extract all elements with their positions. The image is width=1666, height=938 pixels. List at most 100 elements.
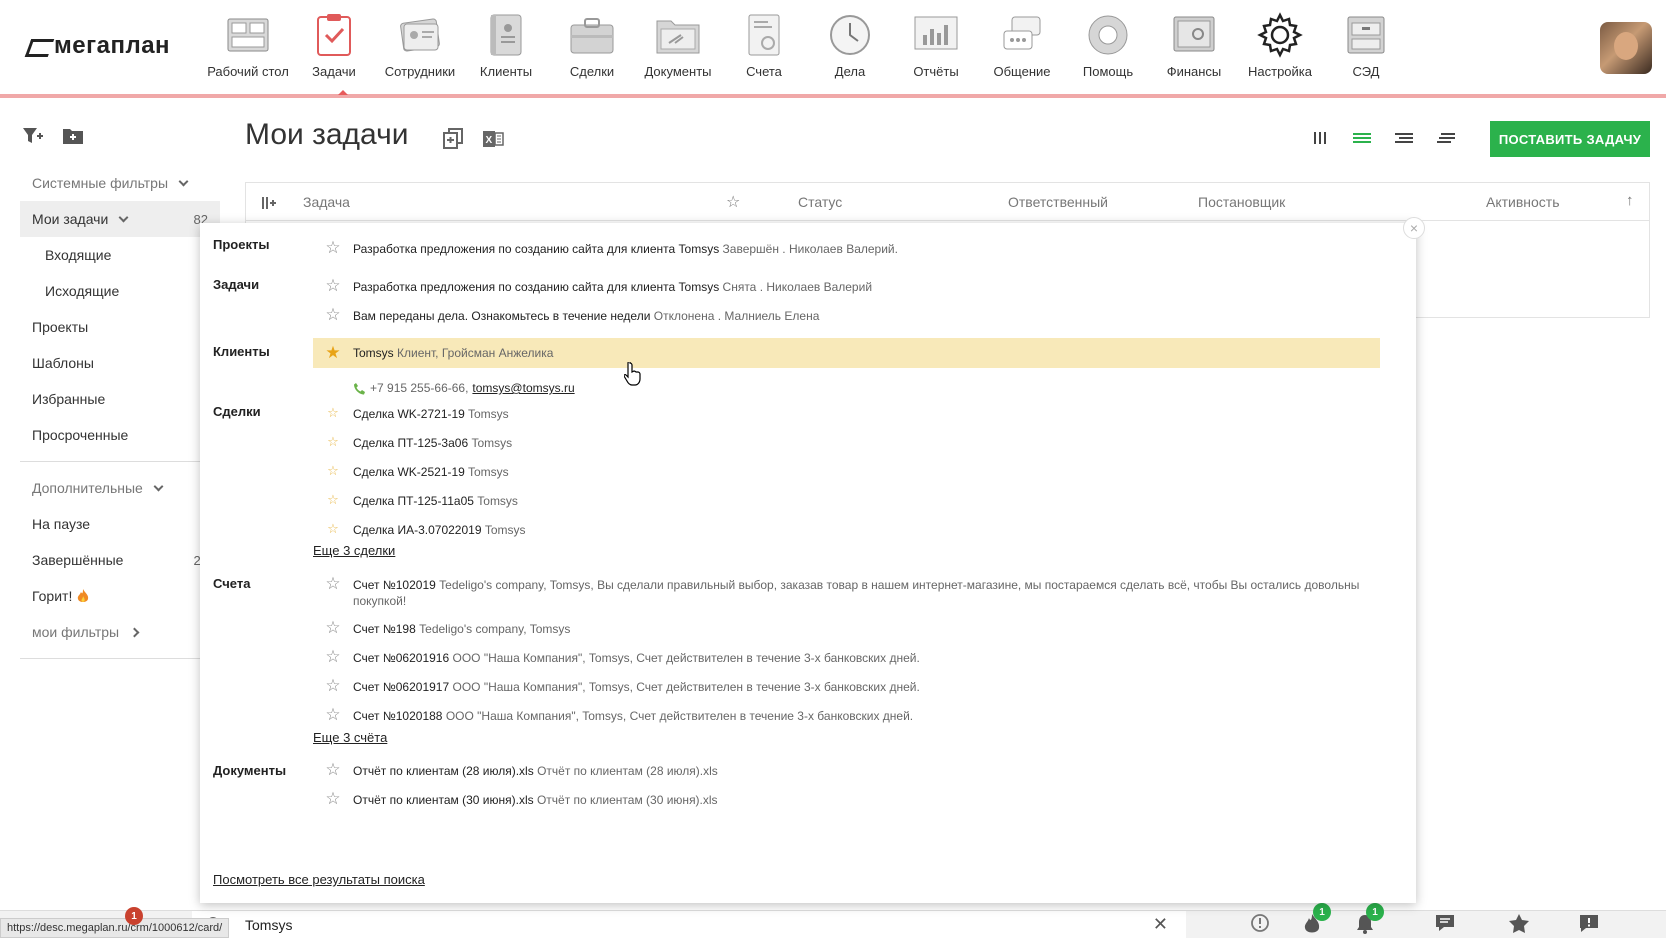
result-meta: Отчёт по клиентам (28 июля).xls: [537, 764, 718, 778]
sidebar-item-overdue[interactable]: Просроченные: [20, 417, 220, 453]
nav-employees[interactable]: Сотрудники: [377, 12, 463, 79]
megaplan-logo[interactable]: мегаплан: [28, 32, 170, 60]
folder-add-icon[interactable]: [62, 126, 84, 146]
search-result-client[interactable]: ★ Tomsys Клиент, Гройсман Анжелика: [313, 338, 1380, 368]
compact-view-icon[interactable]: [1436, 130, 1456, 146]
more-deals-link[interactable]: Еще 3 сделки: [313, 543, 395, 558]
star-icon[interactable]: ☆: [313, 239, 353, 256]
star-icon[interactable]: ☆: [313, 761, 353, 778]
search-result-document[interactable]: ☆ Отчёт по клиентам (30 июня).xls Отчёт …: [313, 790, 1380, 808]
feedback-icon[interactable]: [1578, 913, 1600, 933]
search-query[interactable]: Tomsys: [245, 917, 292, 933]
nav-help[interactable]: Помощь: [1065, 12, 1151, 79]
star-icon[interactable]: ☆: [313, 706, 353, 723]
logo-mark-icon: [28, 37, 50, 55]
more-invoices-link[interactable]: Еще 3 счёта: [313, 730, 387, 745]
star-icon[interactable]: ☆: [313, 435, 353, 449]
star-icon[interactable]: ☆: [313, 306, 353, 323]
clear-search-icon[interactable]: ✕: [1153, 914, 1168, 935]
star-icon[interactable]: ☆: [313, 522, 353, 536]
search-result-deal[interactable]: ☆ Сделка WK-2521-19 Tomsys: [313, 464, 1380, 480]
copy-icon[interactable]: [442, 128, 464, 150]
nav-documents[interactable]: Документы: [635, 12, 721, 79]
sidebar-item-burning[interactable]: Горит!: [20, 578, 220, 614]
sidebar-item-my-tasks[interactable]: Мои задачи 82: [20, 201, 220, 237]
star-icon[interactable]: ☆: [313, 619, 353, 636]
search-result-deal[interactable]: ☆ Сделка ИА-3.07022019 Tomsys: [313, 522, 1380, 538]
messages-icon[interactable]: [1434, 913, 1456, 933]
chevron-down-icon[interactable]: [118, 212, 129, 222]
phone-icon: [354, 382, 365, 394]
search-result-invoice[interactable]: ☆ Счет №102019 Tedeligo's company, Tomsy…: [313, 575, 1380, 609]
close-icon[interactable]: ×: [1403, 217, 1425, 239]
kanban-view-icon[interactable]: [1310, 130, 1330, 146]
column-star-icon[interactable]: ☆: [726, 192, 740, 212]
add-task-button[interactable]: ПОСТАВИТЬ ЗАДАЧУ: [1490, 121, 1650, 157]
nav-sed[interactable]: СЭД: [1323, 12, 1409, 79]
sidebar-item-completed[interactable]: Завершённые 26: [20, 542, 220, 578]
star-icon[interactable]: ☆: [313, 277, 353, 294]
star-icon[interactable]: ☆: [313, 575, 353, 592]
columns-settings-icon[interactable]: [261, 196, 277, 210]
sidebar-item-templates[interactable]: Шаблоны 2: [20, 345, 220, 381]
logo-text: мегаплан: [54, 32, 171, 59]
column-activity[interactable]: Активность: [1486, 194, 1560, 210]
filter-add-icon[interactable]: [22, 126, 44, 146]
star-icon[interactable]: ☆: [313, 464, 353, 478]
search-result-task[interactable]: ☆ Вам переданы дела. Ознакомьтесь в тече…: [313, 306, 1380, 324]
search-result-document[interactable]: ☆ Отчёт по клиентам (28 июля).xls Отчёт …: [313, 761, 1380, 779]
sidebar-item-my-filters[interactable]: мои фильтры: [20, 614, 220, 650]
client-email-link[interactable]: tomsys@tomsys.ru: [472, 381, 574, 395]
sidebar-item-incoming[interactable]: Входящие 1: [20, 237, 220, 273]
search-result-invoice[interactable]: ☆ Счет №198 Tedeligo's company, Tomsys: [313, 619, 1380, 637]
column-status[interactable]: Статус: [798, 194, 842, 210]
search-result-deal[interactable]: ☆ Сделка ПТ-125-11а05 Tomsys: [313, 493, 1380, 509]
sidebar-group-additional[interactable]: Дополнительные: [20, 470, 220, 506]
search-result-invoice[interactable]: ☆ Счет №06201916 ООО "Наша Компания", To…: [313, 648, 1380, 666]
sort-arrow-up-icon[interactable]: ↑: [1626, 192, 1634, 209]
user-avatar[interactable]: [1600, 22, 1652, 74]
all-search-results-link[interactable]: Посмотреть все результаты поиска: [213, 872, 425, 887]
excel-export-icon[interactable]: X: [482, 128, 504, 150]
sidebar-group-system-filters[interactable]: Системные фильтры: [20, 165, 220, 201]
search-result-deal[interactable]: ☆ Сделка ПТ-125-3а06 Tomsys: [313, 435, 1380, 451]
tree-view-icon[interactable]: [1394, 130, 1414, 146]
search-result-invoice[interactable]: ☆ Счет №06201917 ООО "Наша Компания", To…: [313, 677, 1380, 695]
nav-tasks[interactable]: Задачи: [291, 12, 377, 79]
sidebar-item-paused[interactable]: На паузе 1: [20, 506, 220, 542]
global-search-field[interactable]: Tomsys ✕: [192, 910, 1186, 938]
search-result-task[interactable]: ☆ Разработка предложения по созданию сай…: [313, 277, 1380, 295]
nav-reports[interactable]: Отчёты: [893, 12, 979, 79]
result-meta: Tomsys: [467, 465, 509, 479]
result-title: Сделка ПТ-125-3а06: [353, 436, 469, 450]
star-icon[interactable]: ☆: [313, 790, 353, 807]
nav-desktop[interactable]: Рабочий стол: [205, 12, 291, 79]
nav-settings[interactable]: Настройка: [1237, 12, 1323, 79]
search-result-invoice[interactable]: ☆ Счет №1020188 ООО "Наша Компания", Tom…: [313, 706, 1380, 724]
column-setter[interactable]: Постановщик: [1198, 194, 1285, 210]
sidebar-item-outgoing[interactable]: Исходящие 8: [20, 273, 220, 309]
nav-finance[interactable]: Финансы: [1151, 12, 1237, 79]
sidebar-item-projects[interactable]: Проекты 1: [20, 309, 220, 345]
table-header: Задача ☆ Статус Ответственный Постановщи…: [246, 183, 1649, 221]
section-title-tasks: Задачи: [213, 277, 260, 292]
nav-deals[interactable]: Сделки: [549, 12, 635, 79]
star-icon[interactable]: ☆: [313, 677, 353, 694]
nav-invoices[interactable]: Счета: [721, 12, 807, 79]
search-result-project[interactable]: ☆ Разработка предложения по созданию сай…: [313, 239, 1380, 257]
star-filled-icon[interactable]: ★: [313, 344, 353, 361]
nav-clients[interactable]: Клиенты: [463, 12, 549, 79]
result-meta: Завершён . Николаев Валерий.: [722, 242, 898, 256]
favorites-star-icon[interactable]: [1508, 913, 1530, 933]
sidebar-item-favorites[interactable]: Избранные: [20, 381, 220, 417]
star-icon[interactable]: ☆: [313, 648, 353, 665]
alert-circle-icon[interactable]: [1250, 913, 1270, 933]
star-icon[interactable]: ☆: [313, 493, 353, 507]
nav-affairs[interactable]: Дела: [807, 12, 893, 79]
column-responsible[interactable]: Ответственный: [1008, 194, 1108, 210]
list-view-icon[interactable]: [1352, 130, 1372, 146]
star-icon[interactable]: ☆: [313, 406, 353, 420]
column-task[interactable]: Задача: [303, 194, 350, 210]
nav-communication[interactable]: Общение: [979, 12, 1065, 79]
search-result-deal[interactable]: ☆ Сделка WK-2721-19 Tomsys: [313, 406, 1380, 422]
